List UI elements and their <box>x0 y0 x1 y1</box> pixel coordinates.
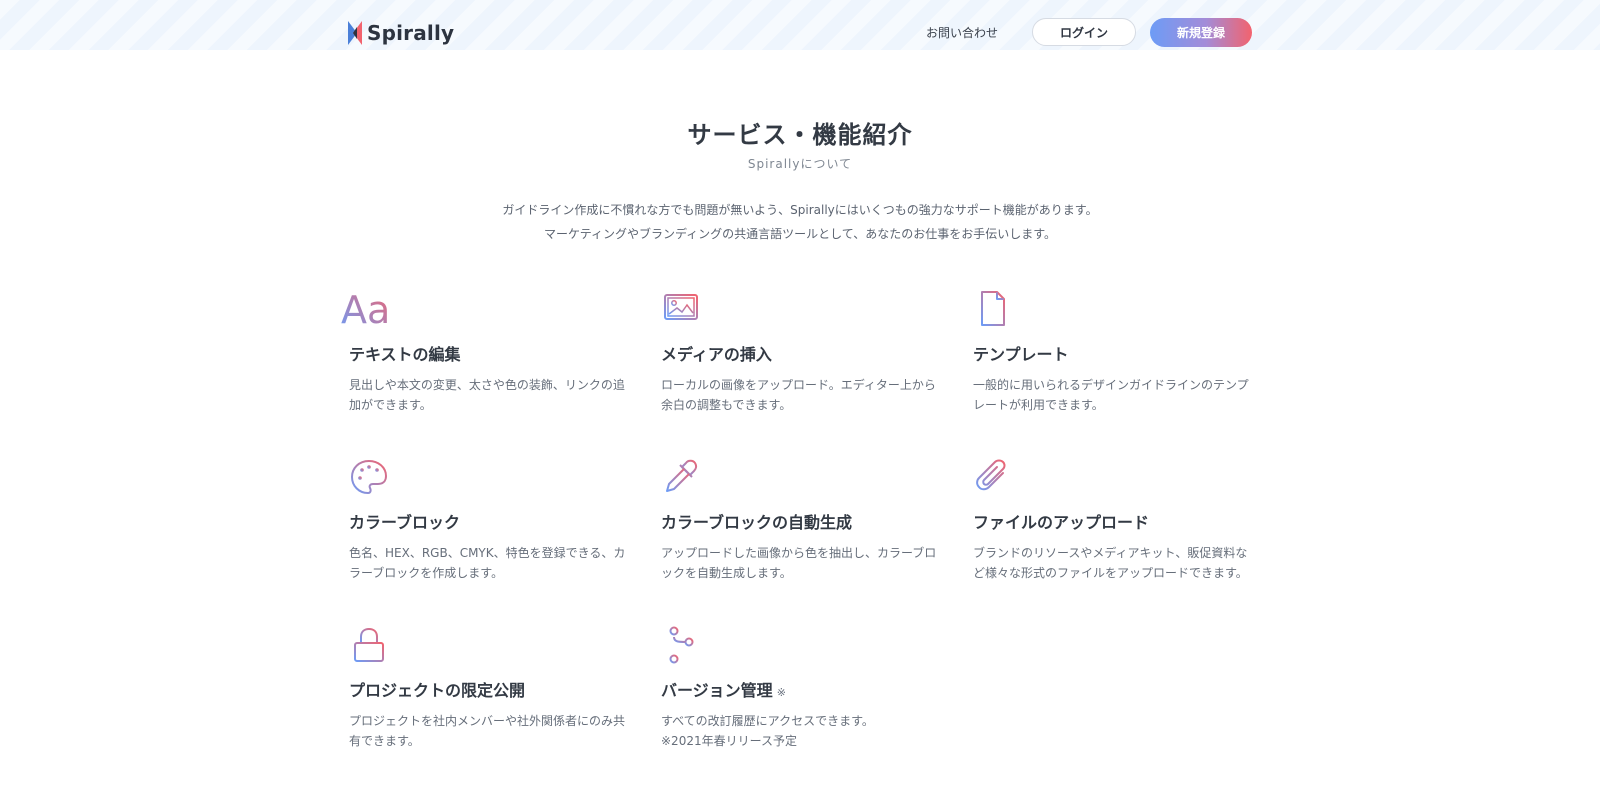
palette-icon <box>350 459 388 495</box>
eyedropper-icon <box>666 459 698 492</box>
logo-text: Spirally <box>367 21 455 45</box>
feature-description: アップロードした画像から色を抽出し、カラーブロックを自動生成します。 <box>661 546 937 580</box>
feature-title: ファイルのアップロード <box>973 513 1150 532</box>
intro-text: ガイドライン作成に不慣れな方でも問題が無いよう、Spirallyにはいくつもの強… <box>0 198 1600 246</box>
typography-icon: Aa <box>341 289 390 329</box>
paperclip-icon <box>976 459 1006 491</box>
lock-icon <box>354 627 384 662</box>
section-title: サービス・機能紹介 <box>687 121 913 149</box>
feature-description: 一般的に用いられるデザインガイドラインのテンプレートが利用できます。 <box>973 378 1249 412</box>
feature-title: メディアの挿入 <box>661 345 772 364</box>
feature-title: テキストの編集 <box>349 345 461 364</box>
site-header: Spirally お問い合わせ ログイン 新規登録 <box>0 0 1600 50</box>
logo[interactable]: Spirally <box>348 20 454 46</box>
feature-description: ブランドのリソースやメディアキット、販促資料など様々な形式のファイルをアップロー… <box>973 546 1248 580</box>
feature-release-note: ※2021年春リリース予定 <box>661 734 797 748</box>
feature-title: バージョン管理 ※ <box>661 677 786 701</box>
feature-description: プロジェクトを社内メンバーや社外関係者にのみ共有できます。 <box>349 714 626 748</box>
intro-line: ガイドライン作成に不慣れな方でも問題が無いよう、Spirallyにはいくつもの強… <box>502 203 1098 217</box>
intro-line: マーケティングやブランディングの共通言語ツールとして、あなたのお仕事をお手伝いし… <box>543 227 1057 241</box>
image-icon <box>664 294 698 320</box>
feature-title: カラーブロックの自動生成 <box>661 513 853 532</box>
feature-title: テンプレート <box>973 345 1069 364</box>
feature-description: ローカルの画像をアップロード。エディター上から余白の調整もできます。 <box>661 378 936 412</box>
login-button[interactable]: ログイン <box>1032 18 1136 46</box>
signup-button[interactable]: 新規登録 <box>1150 18 1252 47</box>
spirally-logo-icon <box>348 21 362 45</box>
feature-description: 色名、HEX、RGB、CMYK、特色を登録できる、カラーブロックを作成します。 <box>349 546 626 580</box>
feature-description: 見出しや本文の変更、太さや色の装飾、リンクの追加ができます。 <box>349 378 625 412</box>
svg-text:Aa: Aa <box>341 289 390 329</box>
document-icon <box>981 291 1005 326</box>
branch-icon <box>669 626 694 664</box>
feature-title: カラーブロック <box>349 513 461 532</box>
section-subtitle: Spirallyについて <box>747 157 853 171</box>
feature-description-text: すべての改訂履歴にアクセスできます。 <box>661 714 874 728</box>
release-note-mark: ※ <box>776 686 786 699</box>
feature-title: プロジェクトの限定公開 <box>349 681 526 700</box>
contact-link[interactable]: お問い合わせ <box>926 24 998 41</box>
feature-description: すべての改訂履歴にアクセスできます。 ※2021年春リリース予定 <box>661 711 946 751</box>
feature-title-text: バージョン管理 <box>661 681 773 700</box>
